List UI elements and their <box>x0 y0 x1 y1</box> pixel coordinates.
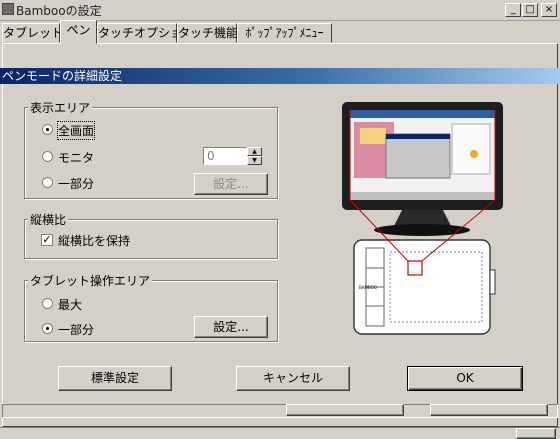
screen-taskbar <box>350 192 495 200</box>
defaults-button[interactable]: 標準設定 <box>58 366 172 391</box>
spin-down-button[interactable]: ▼ <box>247 156 262 165</box>
screen-dialog-window <box>385 133 451 179</box>
title-bar: Bambooの設定 _ □ × <box>0 0 560 21</box>
section-header: ペンモードの詳細設定 <box>0 68 560 84</box>
screen-titlebar-bar <box>350 110 495 118</box>
display-area-title: 表示エリア <box>28 99 93 116</box>
tab-pen[interactable]: ペン <box>60 20 97 44</box>
radio-full-screen[interactable] <box>42 124 53 135</box>
keep-aspect-checkbox[interactable]: ✓ <box>41 234 53 246</box>
tab-touch-functions[interactable]: タッチ機能 <box>177 23 238 43</box>
cancel-button[interactable]: キャンセル <box>236 366 350 391</box>
screen-side-icon <box>470 150 478 158</box>
spin-up-button[interactable]: ▲ <box>247 147 262 156</box>
keep-aspect-label[interactable]: 縦横比を保持 <box>58 232 130 249</box>
partial-display-label[interactable]: 一部分 <box>58 175 94 192</box>
radio-monitor[interactable] <box>42 151 53 162</box>
aspect-ratio-title: 縦横比 <box>28 211 69 228</box>
minimize-button[interactable]: _ <box>505 3 521 17</box>
radio-max[interactable] <box>42 298 53 309</box>
partial-tablet-label[interactable]: 一部分 <box>58 321 94 338</box>
screen-picture-detail <box>360 128 386 144</box>
tablet-brand-logo: BAMBOO <box>359 285 377 290</box>
bottom-partial-button-2[interactable] <box>430 404 548 416</box>
screen-side-window <box>451 123 491 175</box>
window-bottom-edge <box>0 427 560 439</box>
display-area-settings-button[interactable]: 設定... <box>194 173 268 195</box>
maximize-button[interactable]: □ <box>522 3 538 17</box>
tab-tablet[interactable]: タブレット <box>2 23 63 43</box>
tab-touch-options[interactable]: タッチオプション <box>97 23 194 43</box>
mapping-preview: BAMBOO <box>342 102 503 335</box>
screen-dialog-titlebar <box>386 134 450 139</box>
tablet-side-tab <box>489 269 496 295</box>
max-label[interactable]: 最大 <box>58 296 82 313</box>
tab-popup-menu[interactable]: ﾎﾟｯﾌﾟｱｯﾌﾟﾒﾆｭｰ <box>237 23 332 43</box>
monitor-number-input[interactable]: 0 <box>203 147 247 165</box>
window-title: Bambooの設定 <box>16 4 102 18</box>
tablet-area-settings-button[interactable]: 設定... <box>194 316 268 338</box>
ok-button[interactable]: OK <box>407 366 523 391</box>
tablet-area-title: タブレット操作エリア <box>28 272 153 289</box>
full-screen-label[interactable]: 全画面 <box>56 121 96 140</box>
radio-partial-display[interactable] <box>42 177 53 188</box>
radio-partial-tablet[interactable] <box>42 323 53 334</box>
monitor-label[interactable]: モニタ <box>58 149 94 166</box>
bottom-edge-button[interactable] <box>516 428 556 439</box>
bottom-partial-button-1[interactable] <box>286 404 404 416</box>
close-button[interactable]: × <box>541 3 557 17</box>
app-icon <box>2 3 14 15</box>
monitor-base <box>374 224 470 236</box>
